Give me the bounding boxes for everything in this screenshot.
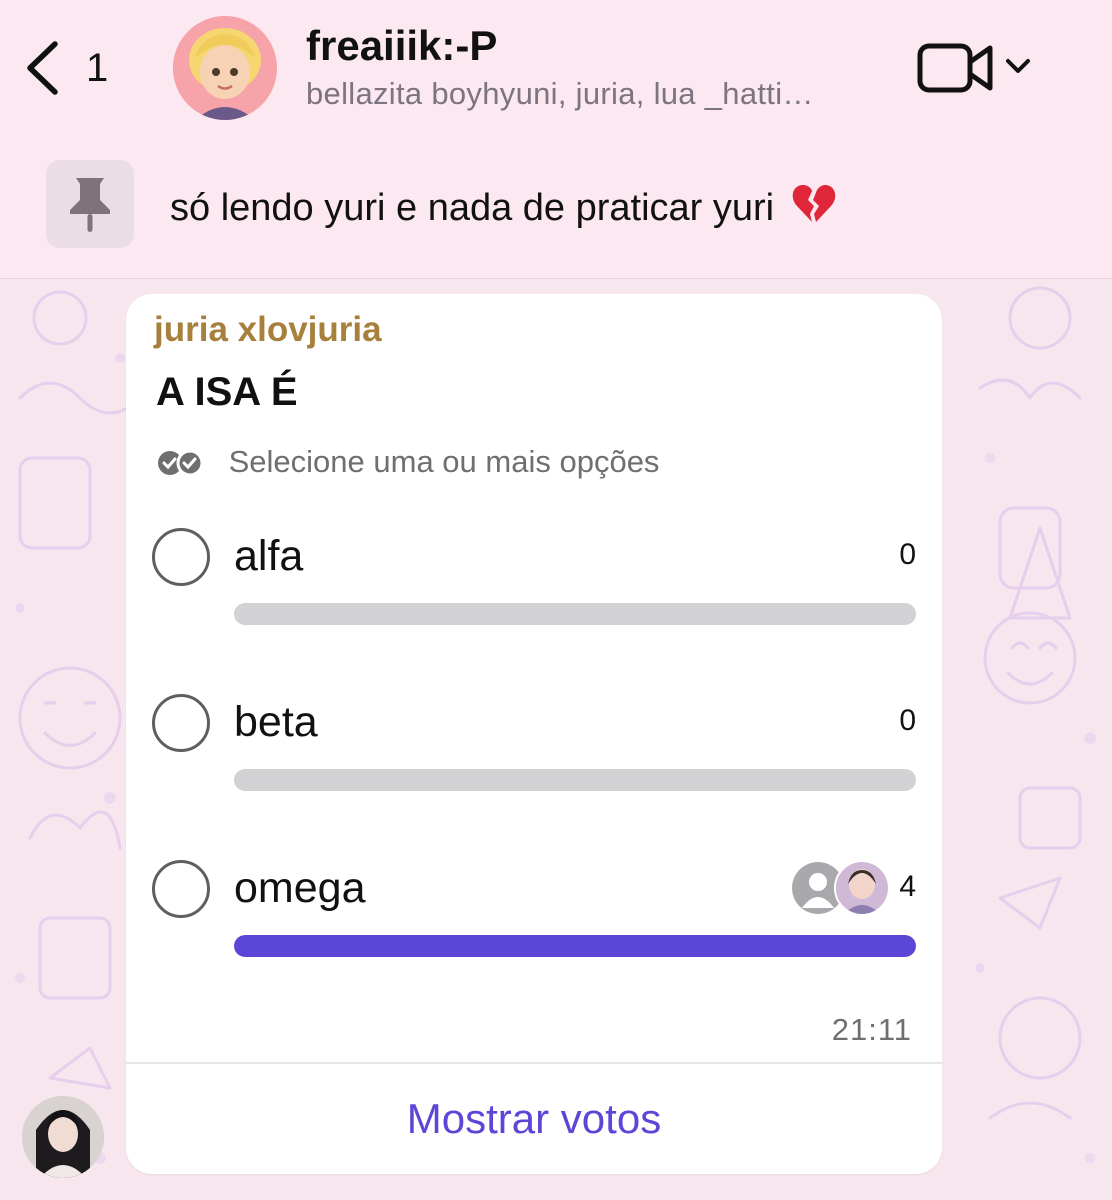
broken-heart-icon [791,182,837,234]
chat-title[interactable]: freaiiik:-P [306,22,497,70]
option-label: omega [234,864,366,912]
poll-question: A ISA É [156,370,298,414]
pinned-message-bar[interactable]: só lendo yuri e nada de praticar yuri [0,140,1112,279]
video-call-button[interactable] [916,38,1036,98]
option-progress-fill [234,935,916,957]
sender-name[interactable]: juria xlovjuria [154,310,382,350]
chevron-left-icon [27,41,58,95]
poll-message-bubble: juria xlovjuria A ISA É Selecione uma ou… [126,294,942,1174]
pin-button[interactable] [46,160,134,248]
pin-icon [70,178,110,232]
option-vote-count: 0 [899,704,916,737]
voter-avatar-photo [834,860,890,916]
option-progress-bar [234,935,916,957]
option-vote-count: 0 [899,538,916,571]
sender-avatar[interactable] [22,1096,104,1178]
poll-option-alfa[interactable]: alfa 0 [152,528,916,658]
option-radio[interactable] [152,860,210,918]
poll-option-beta[interactable]: beta 0 [152,694,916,824]
option-label: beta [234,698,318,746]
avatar-illustration [173,16,277,120]
chat-header: 1 freaiiik:-P bellazita boyhyuni, juria,… [0,0,1112,140]
chevron-down-icon [1006,59,1030,73]
pinned-text-row: só lendo yuri e nada de praticar yuri [170,182,837,234]
back-button[interactable]: 1 [22,36,132,106]
show-votes-button[interactable]: Mostrar votos [126,1064,942,1174]
option-radio[interactable] [152,528,210,586]
voter-avatars[interactable] [790,860,890,916]
poll-hint-text: Selecione uma ou mais opções [228,444,660,479]
option-vote-count: 4 [899,870,916,903]
poll-hint-row: Selecione uma ou mais opções [156,444,659,480]
poll-option-omega[interactable]: omega 4 [152,860,916,990]
option-radio[interactable] [152,694,210,752]
pinned-text: só lendo yuri e nada de praticar yuri [170,187,775,229]
unread-count: 1 [86,46,109,90]
double-check-icon [158,449,204,477]
group-avatar[interactable] [173,16,277,120]
message-timestamp: 21:11 [831,1012,912,1047]
video-camera-icon [917,43,993,93]
option-progress-bar [234,769,916,791]
option-progress-bar [234,603,916,625]
chat-members-list[interactable]: bellazita boyhyuni, juria, lua _hatti… [306,76,814,112]
option-label: alfa [234,532,304,580]
